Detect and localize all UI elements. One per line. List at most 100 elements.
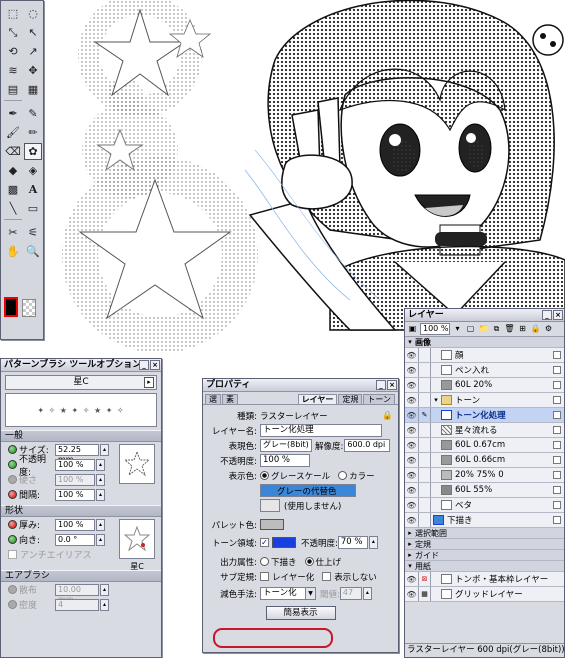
eye-icon[interactable]: 👁	[405, 438, 419, 452]
layer-option-toggle[interactable]	[553, 456, 561, 464]
eye-icon[interactable]: 👁	[405, 378, 419, 392]
brush-name-selector[interactable]: 星C ▸	[5, 375, 157, 390]
section-shape[interactable]: 形状	[1, 505, 161, 517]
eyedropper-icon[interactable]: ✂	[4, 224, 22, 241]
close-icon[interactable]: ×	[150, 360, 160, 370]
layer-group-row[interactable]: ▸ ガイド	[405, 550, 564, 561]
brush-menu-icon[interactable]: ▸	[144, 377, 154, 388]
size-spinner[interactable]: ▴	[100, 443, 109, 456]
layer-row[interactable]: 👁 60L 55%	[405, 483, 564, 498]
lock-toggle[interactable]	[419, 468, 431, 482]
spacing-spinner[interactable]: ▴	[96, 488, 105, 501]
layer-option-toggle[interactable]	[553, 366, 561, 374]
thickness-input[interactable]: 100 %	[55, 518, 95, 531]
tone-opacity-spinner[interactable]: ▴	[368, 536, 378, 549]
layer-row[interactable]: 👁 星々流れる	[405, 423, 564, 438]
lock-icon[interactable]: 🔒	[530, 324, 541, 335]
pressure-toggle-icon[interactable]	[8, 535, 17, 544]
move-cross-icon[interactable]: ✥	[24, 62, 42, 79]
rectangle-icon[interactable]: ▭	[24, 200, 42, 217]
layer-row[interactable]: 👁 60L 0.66cm	[405, 453, 564, 468]
tab-tone[interactable]: トーン	[363, 394, 395, 404]
zoom-icon[interactable]: 🔍	[24, 243, 42, 260]
pen-icon[interactable]: ✒	[4, 105, 22, 122]
lock-toggle[interactable]	[419, 453, 431, 467]
lock-toggle[interactable]	[419, 498, 431, 512]
marquee-rect-icon[interactable]: ⬚	[4, 5, 22, 22]
main-color-swatch[interactable]	[4, 297, 18, 317]
simple-display-button[interactable]: 簡易表示	[265, 606, 336, 620]
move-layer-icon[interactable]: ⤡	[4, 24, 22, 41]
eye-icon[interactable]: 👁	[405, 408, 419, 422]
tab-material[interactable]: 素	[222, 394, 238, 404]
pressure-toggle-icon[interactable]	[8, 490, 17, 499]
brush-icon[interactable]: 🖌	[4, 124, 22, 141]
eye-icon[interactable]: 👁	[405, 513, 419, 527]
section-general[interactable]: 一般	[1, 430, 161, 442]
eye-icon[interactable]: 👁	[405, 468, 419, 482]
minimize-icon[interactable]: _	[376, 380, 386, 390]
palette-color-swatch[interactable]	[260, 519, 284, 530]
copy-layer-icon[interactable]: ⧉	[491, 324, 502, 335]
ruler-icon[interactable]: ▤	[4, 81, 22, 98]
pressure-toggle-icon[interactable]	[8, 445, 17, 454]
eye-icon[interactable]: 👁	[405, 572, 419, 586]
layer-option-toggle[interactable]	[553, 441, 561, 449]
pattern-brush-icon[interactable]: ✿	[24, 143, 42, 160]
lock-icon[interactable]: 🔒	[382, 411, 393, 421]
layer-group-row[interactable]: ▸ 定規	[405, 539, 564, 550]
layer-row[interactable]: 👁 60L 0.67cm	[405, 438, 564, 453]
transform-icon[interactable]: ↗	[24, 43, 42, 60]
eraser-icon[interactable]: ⌫	[4, 143, 22, 160]
layer-row[interactable]: 👁 ⊠ トンボ・基本枠レイヤー	[405, 572, 564, 587]
spacing-input[interactable]: 100 %	[55, 488, 95, 501]
tone-opacity-input[interactable]: 70 %	[337, 536, 368, 549]
sub-ruler-hide-checkbox[interactable]	[322, 572, 332, 581]
collapse-icon[interactable]: ▾	[431, 396, 441, 404]
transparent-color-swatch[interactable]	[22, 299, 36, 317]
eye-icon[interactable]: 👁	[405, 587, 419, 601]
pencil-icon[interactable]: ✎	[24, 105, 42, 122]
grayscale-radio[interactable]	[260, 471, 269, 480]
magic-wand-icon[interactable]: ⚟	[24, 224, 42, 241]
close-icon[interactable]: ×	[553, 310, 563, 320]
output-final-radio[interactable]	[304, 557, 314, 566]
layer-row[interactable]: 👁 60L 20%	[405, 378, 564, 393]
sub-ruler-layer-checkbox[interactable]	[260, 572, 269, 581]
chevron-down-icon[interactable]: ▾	[452, 324, 463, 335]
pressure-toggle-icon[interactable]	[8, 460, 17, 469]
option-spacing[interactable]: 間隔: 100 % ▴	[1, 487, 161, 502]
tone-area-color-swatch[interactable]	[272, 537, 296, 548]
tab-ruler[interactable]: 定規	[338, 394, 363, 404]
chevron-down-icon[interactable]: ▼	[305, 588, 315, 599]
delete-layer-icon[interactable]: 🗑	[504, 324, 515, 335]
eye-icon[interactable]: 👁	[405, 483, 419, 497]
layer-option-toggle[interactable]	[553, 516, 561, 524]
opacity-spinner[interactable]: ▴	[96, 458, 105, 471]
text-icon[interactable]: A	[24, 181, 42, 198]
color-radio[interactable]	[338, 471, 348, 480]
layer-option-toggle[interactable]	[553, 381, 561, 389]
eye-icon[interactable]: 👁	[405, 498, 419, 512]
lock-toggle[interactable]	[419, 483, 431, 497]
eye-icon[interactable]: 👁	[405, 423, 419, 437]
airbrush-icon[interactable]: ✏	[24, 124, 42, 141]
size-input[interactable]: 52.25 mm	[55, 443, 99, 464]
layer-group-row[interactable]: ▾ 用紙	[405, 561, 564, 572]
expand-icon[interactable]: ▸	[405, 540, 415, 548]
lock-toggle[interactable]	[419, 378, 431, 392]
layer-group-row[interactable]: ▸ 選択範囲	[405, 528, 564, 539]
settings-icon[interactable]: ⚙	[543, 324, 554, 335]
layer-option-toggle[interactable]	[553, 471, 561, 479]
minimize-icon[interactable]: _	[139, 360, 149, 370]
layer-option-toggle[interactable]	[553, 396, 561, 404]
pressure-toggle-icon[interactable]	[8, 520, 17, 529]
layer-group-row[interactable]: ▾ 画像	[405, 337, 564, 348]
hand-icon[interactable]: ✋	[4, 243, 22, 260]
layer-option-toggle[interactable]	[553, 351, 561, 359]
layer-row[interactable]: 👁 ベタ	[405, 498, 564, 513]
lock-toggle[interactable]	[419, 363, 431, 377]
resolution-field[interactable]: 600.0 dpi	[344, 439, 391, 452]
grid-select-icon[interactable]: ▦	[24, 81, 42, 98]
layer-row-selected[interactable]: 👁 ✎ トーン化処理	[405, 408, 564, 423]
